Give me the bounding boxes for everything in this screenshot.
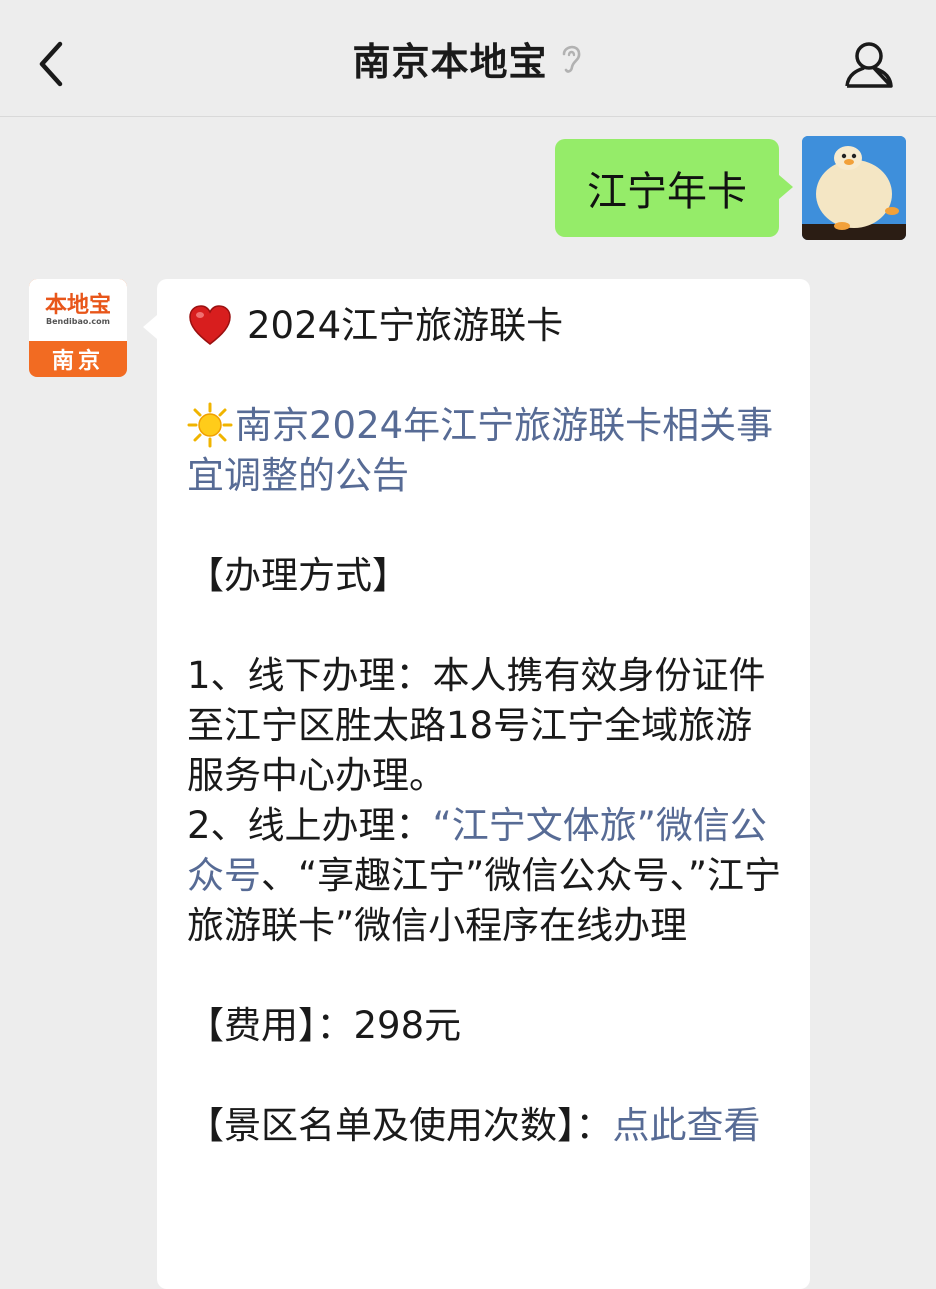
avatar-logo-domain: Bendibao.com — [46, 317, 110, 326]
user-avatar[interactable] — [802, 136, 906, 240]
fee-line: 【费用】：298元 — [187, 1004, 462, 1047]
avatar-city: 南京 — [51, 349, 104, 374]
message-title: 2024江宁旅游联卡 — [247, 304, 564, 347]
account-avatar[interactable]: 本地宝 Bendibao.com 南京 — [29, 279, 127, 377]
title-area: 南京本地宝 — [0, 0, 936, 116]
online-rest: 、“享趣江宁”微信公众号、”江宁旅游联卡”微信小程序在线办理 — [187, 854, 782, 947]
scenic-line: 【景区名单及使用次数】：点此查看 — [187, 1101, 782, 1151]
online-method: 2、线上办理：“江宁文体旅”微信公众号、“享趣江宁”微信公众号、”江宁旅游联卡”… — [187, 801, 782, 951]
outgoing-message-text: 江宁年卡 — [587, 169, 747, 215]
online-prefix: 2、线上办理： — [187, 804, 433, 847]
duck-plush-image — [802, 136, 906, 240]
method-heading: 【办理方式】 — [187, 554, 409, 597]
incoming-message: 2024江宁旅游联卡 南京2024年江宁旅游联卡相关事宜调整的公告 【办理方式】… — [143, 279, 810, 1289]
heart-icon — [189, 304, 231, 345]
scenic-list-link[interactable]: 点此查看 — [613, 1104, 761, 1147]
ear-icon — [562, 45, 580, 73]
announcement-line: 南京2024年江宁旅游联卡相关事宜调整的公告 — [187, 401, 782, 501]
avatar-logo: 本地宝 Bendibao.com — [29, 279, 127, 341]
offline-method: 1、线下办理：本人携有效身份证件至江宁区胜太路18号江宁全域旅游服务中心办理。 — [187, 654, 766, 797]
top-bar: 南京本地宝 — [0, 0, 936, 117]
chat-title: 南京本地宝 — [352, 39, 548, 84]
scenic-label: 【景区名单及使用次数】： — [187, 1104, 613, 1147]
outgoing-message[interactable]: 江宁年卡 — [555, 139, 793, 237]
announcement-link[interactable]: 南京2024年江宁旅游联卡相关事宜调整的公告 — [187, 404, 773, 497]
profile-button[interactable] — [842, 38, 896, 92]
back-icon — [39, 41, 63, 87]
avatar-logo-text: 本地宝 — [44, 292, 111, 318]
back-button[interactable] — [30, 38, 74, 90]
sun-icon — [187, 402, 233, 447]
message-title-line: 2024江宁旅游联卡 — [187, 301, 782, 351]
profile-icon — [845, 42, 893, 88]
